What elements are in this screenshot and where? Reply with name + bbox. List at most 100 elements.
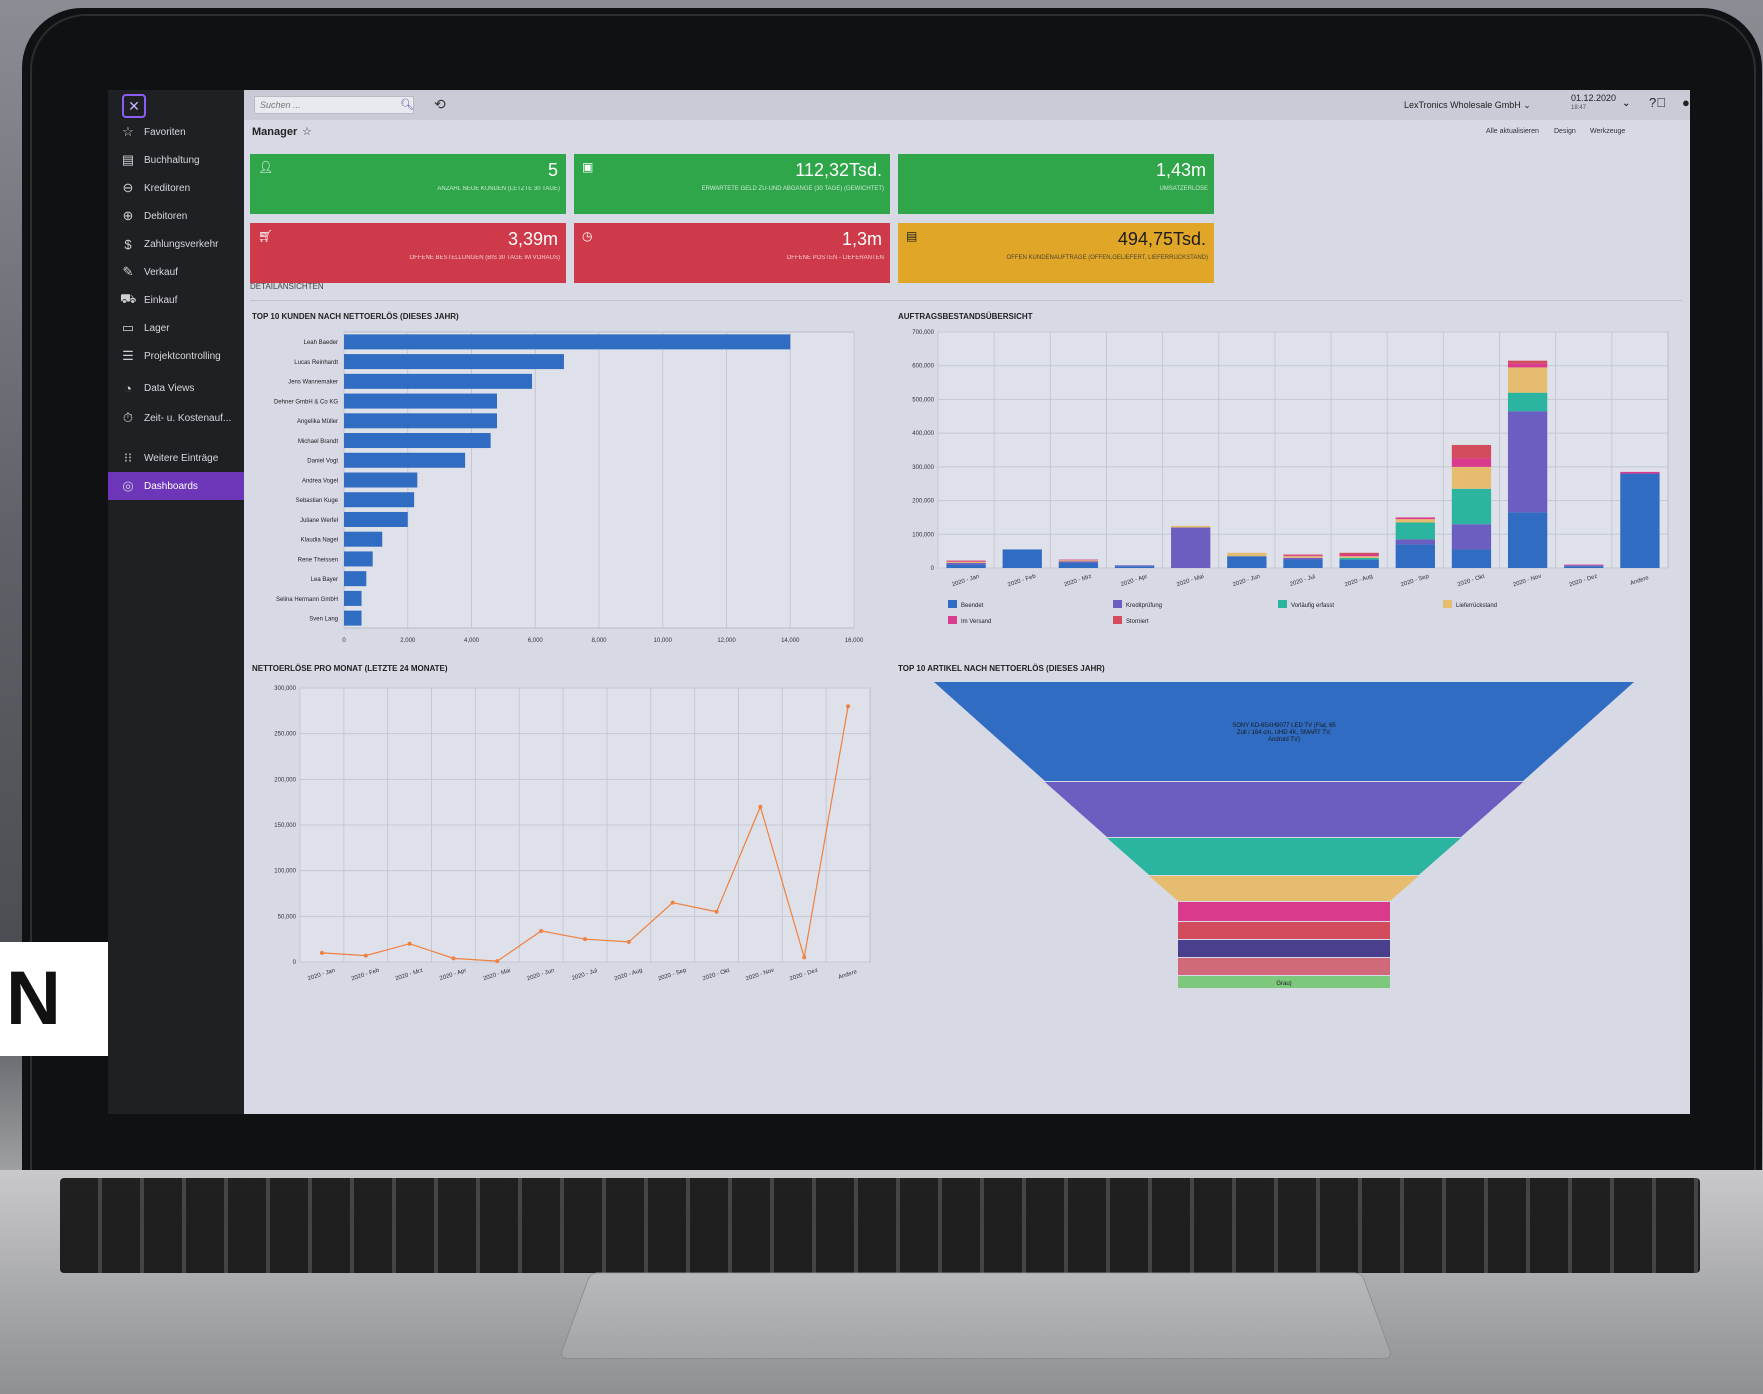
time-value: 18:47 <box>1571 103 1616 113</box>
sidebar-item-debitoren[interactable]: ⊕ Debitoren <box>108 202 244 230</box>
sidebar-item-label: Dashboards <box>144 481 198 492</box>
document-icon: ▤ <box>906 229 917 243</box>
y-tick-label: 300,000 <box>912 465 934 471</box>
x-tick-label: 2020 - Nov <box>745 968 775 983</box>
stack-segment <box>1283 560 1322 568</box>
x-tick-label: 2020 - Aug <box>614 968 643 983</box>
sidebar-item-kreditoren[interactable]: ⊖ Kreditoren <box>108 174 244 202</box>
stack-segment <box>1620 474 1659 568</box>
kpi-tile-revenue[interactable]: 1,43m UMSATZERLÖSE <box>898 154 1214 214</box>
y-tick-label: Lea Bayer <box>311 577 338 583</box>
kpi-tile-open-customer-orders[interactable]: ▤ 494,75Tsd. OFFEN KUNDENAUFTRÄGE (OFFEN… <box>898 223 1214 283</box>
project-icon: ☰ <box>120 348 136 364</box>
stack-segment <box>1564 565 1603 566</box>
sidebar-item-verkauf[interactable]: ✎ Verkauf <box>108 258 244 286</box>
y-tick-label: Leah Baeder <box>304 340 338 346</box>
search-icon[interactable]: 🔍︎ <box>400 98 414 111</box>
funnel-segment <box>1178 958 1390 975</box>
chevron-down-icon[interactable]: ⌄ <box>1622 98 1630 109</box>
x-tick-label: 2020 - Mrz <box>395 968 424 983</box>
kpi-caption: OFFEN KUNDENAUFTRÄGE (OFFEN,GELIEFERT, L… <box>1007 255 1208 261</box>
data-point <box>320 951 324 955</box>
y-tick-label: Sven Lang <box>309 617 338 623</box>
bar <box>344 354 564 369</box>
stack-segment <box>1452 489 1491 524</box>
sidebar-item-dashboards[interactable]: ◎ Dashboards <box>108 472 244 500</box>
sidebar-item-label: Buchhaltung <box>144 155 200 166</box>
chart-title-monthly-revenue: NETTOERLÖSE PRO MONAT (LETZTE 24 MONATE) <box>252 664 448 673</box>
kpi-tile-cashflow[interactable]: ▣ 112,32Tsd. ERWARTETE GELD ZU-UND ABGÄN… <box>574 154 890 214</box>
stack-segment <box>1340 556 1379 558</box>
y-tick-label: 200,000 <box>912 499 934 505</box>
brand-badge: N <box>0 942 112 1056</box>
y-tick-label: 400,000 <box>912 431 934 437</box>
y-tick-label: 200,000 <box>274 777 296 783</box>
sidebar-item-buchhaltung[interactable]: ▤ Buchhaltung <box>108 146 244 174</box>
y-tick-label: 600,000 <box>912 364 934 370</box>
tools-menu[interactable]: Werkzeuge <box>1590 128 1625 135</box>
y-tick-label: Rene Theissen <box>298 557 338 563</box>
y-tick-label: 300,000 <box>274 686 296 692</box>
bar <box>344 532 382 547</box>
stack-segment <box>1396 539 1435 544</box>
money-icon: ▣ <box>582 160 593 174</box>
sidebar-item-data-views[interactable]: ◔ Data Views <box>108 374 244 402</box>
x-tick-label: 0 <box>342 638 346 644</box>
top-bar: 🔍︎ ⟲ LexTronics Wholesale GmbH ⌄ 01.12.2… <box>244 90 1690 120</box>
stack-segment <box>1452 549 1491 568</box>
bar <box>344 453 465 468</box>
x-tick-label: 2020 - Dez <box>789 968 819 983</box>
section-label: DETAILANSICHTEN <box>250 282 324 291</box>
sidebar-item-zeit-kosten[interactable]: ⏱ Zeit- u. Kostenauf... <box>108 404 244 432</box>
plus-circle-icon: ⊕ <box>120 208 136 224</box>
bar <box>344 413 497 428</box>
date-select[interactable]: 01.12.2020 18:47 <box>1571 93 1616 113</box>
star-icon: ☆ <box>120 124 136 140</box>
favorite-star-icon[interactable]: ☆ <box>302 125 312 138</box>
kpi-tile-new-customers[interactable]: 👤︎ 5 ANZAHL NEUE KUNDEN (LETZTE 30 TAGE) <box>250 154 566 214</box>
y-tick-label: Dehner GmbH & Co KG <box>274 399 338 405</box>
laptop-keyboard <box>60 1178 1700 1273</box>
legend-swatch <box>1113 616 1122 624</box>
app-logo-icon[interactable]: ✕ <box>122 94 146 118</box>
help-icon[interactable]: ?⃝ <box>1649 95 1666 110</box>
stack-segment <box>1340 555 1379 557</box>
sidebar-item-label: Zahlungsverkehr <box>144 239 218 250</box>
data-point <box>451 956 455 960</box>
clock-icon: ◷ <box>582 229 592 243</box>
sidebar-item-weitere[interactable]: ⁝⁝ Weitere Einträge <box>108 444 244 472</box>
sidebar-item-lager[interactable]: ▭ Lager <box>108 314 244 342</box>
top-articles-funnel-chart: SONY KD-65XH9077 LED TV (Flat, 65Zoll / … <box>884 678 1684 988</box>
bar <box>344 591 362 606</box>
history-icon[interactable]: ⟲ <box>434 96 446 113</box>
monthly-revenue-line-chart: 050,000100,000150,000200,000250,000300,0… <box>244 678 884 988</box>
design-button[interactable]: Design <box>1554 128 1576 135</box>
sidebar-item-favoriten[interactable]: ☆ Favoriten <box>108 118 244 146</box>
company-select[interactable]: LexTronics Wholesale GmbH ⌄ <box>1404 100 1531 111</box>
minus-circle-icon: ⊖ <box>120 180 136 196</box>
pie-icon: ◔ <box>120 381 136 396</box>
bar <box>344 433 491 448</box>
kpi-tile-open-orders[interactable]: 🛒︎ 3,39m OFFENE BESTELLUNGEN (BIS 30 TAG… <box>250 223 566 283</box>
sidebar-item-label: Lager <box>144 323 170 334</box>
legend-swatch <box>948 616 957 624</box>
sidebar-item-einkauf[interactable]: ⛟ Einkauf <box>108 286 244 314</box>
stack-segment <box>1227 553 1266 556</box>
sidebar-item-projektcontrolling[interactable]: ☰ Projektcontrolling <box>108 342 244 370</box>
order-backlog-stacked-chart: 0100,000200,000300,000400,000500,000600,… <box>884 326 1684 656</box>
kpi-tile-open-items-suppliers[interactable]: ◷ 1,3m OFFENE POSTEN - LIEFERANTEN <box>574 223 890 283</box>
data-point <box>802 955 806 959</box>
user-icon[interactable]: ● <box>1682 95 1690 110</box>
stack-segment <box>1171 528 1210 568</box>
y-tick-label: 0 <box>293 960 297 966</box>
sidebar-item-zahlungsverkehr[interactable]: $ Zahlungsverkehr <box>108 230 244 258</box>
stack-segment <box>1340 560 1379 568</box>
y-tick-label: Angelika Müller <box>297 419 338 425</box>
x-tick-label: 16,000 <box>845 638 864 644</box>
refresh-all-button[interactable]: Alle aktualisieren <box>1486 128 1539 135</box>
bar <box>344 394 497 409</box>
sidebar-item-label: Projektcontrolling <box>144 351 221 362</box>
search-input[interactable] <box>254 96 414 114</box>
y-tick-label: Jens Wannemaker <box>288 380 338 386</box>
bar <box>344 551 373 566</box>
